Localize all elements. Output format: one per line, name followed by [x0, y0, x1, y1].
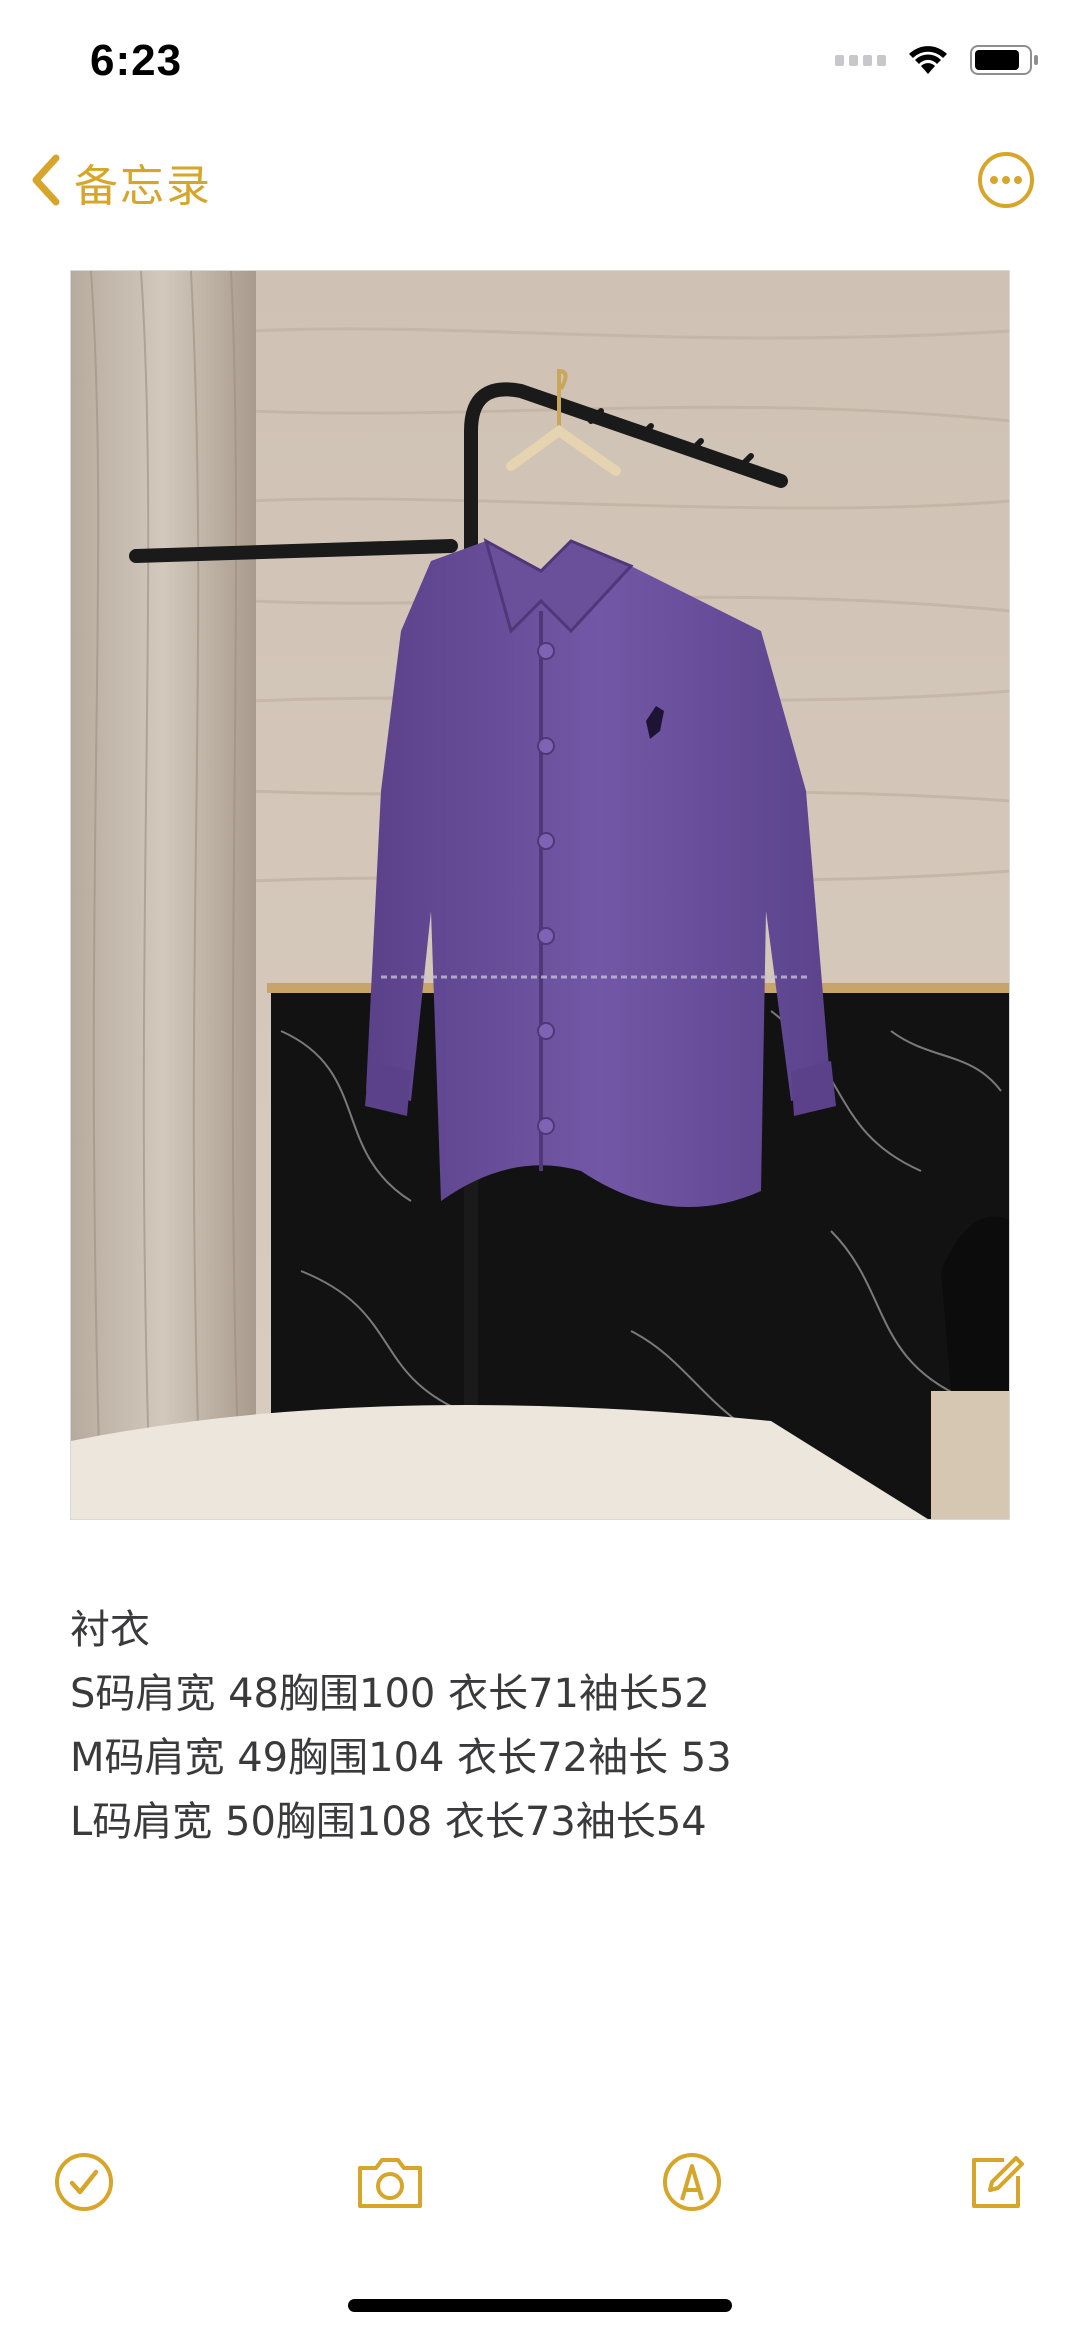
ellipsis-circle-icon — [976, 152, 1036, 214]
note-line-size-s: S码肩宽 48胸围100 衣长71袖长52 — [70, 1671, 710, 1717]
note-body[interactable]: 衬衣 S码肩宽 48胸围100 衣长71袖长52 M码肩宽 49胸围104 衣长… — [70, 1598, 1010, 1854]
wifi-icon — [908, 44, 948, 76]
status-time: 6:23 — [90, 36, 183, 85]
checkmark-circle-icon — [52, 2150, 122, 2214]
pen-circle-icon — [660, 2150, 730, 2214]
status-bar: 6:23 — [0, 0, 1080, 130]
compose-icon — [964, 2150, 1034, 2214]
home-indicator[interactable] — [348, 2299, 732, 2312]
camera-button[interactable] — [354, 2150, 424, 2220]
navigation-bar: 备忘录 — [0, 140, 1080, 230]
status-indicators — [835, 44, 1040, 76]
bottom-toolbar — [0, 2150, 1080, 2240]
back-button[interactable]: 备忘录 — [28, 150, 212, 214]
battery-icon — [970, 44, 1040, 76]
note-line-size-m: M码肩宽 49胸围104 衣长72袖长 53 — [70, 1735, 732, 1781]
note-line-size-l: L码肩宽 50胸围108 衣长73袖长54 — [70, 1799, 707, 1845]
checklist-button[interactable] — [52, 2150, 122, 2220]
note-attachment-photo[interactable] — [70, 270, 1010, 1520]
chevron-left-icon — [28, 152, 62, 213]
markup-button[interactable] — [660, 2150, 730, 2220]
back-label: 备忘录 — [74, 162, 212, 211]
camera-icon — [354, 2150, 424, 2214]
note-title-line: 衬衣 — [70, 1607, 150, 1653]
shirt-photo-image — [71, 271, 1009, 1519]
cellular-signal-icon — [835, 54, 886, 66]
compose-button[interactable] — [964, 2150, 1034, 2220]
more-options-button[interactable] — [976, 150, 1036, 210]
